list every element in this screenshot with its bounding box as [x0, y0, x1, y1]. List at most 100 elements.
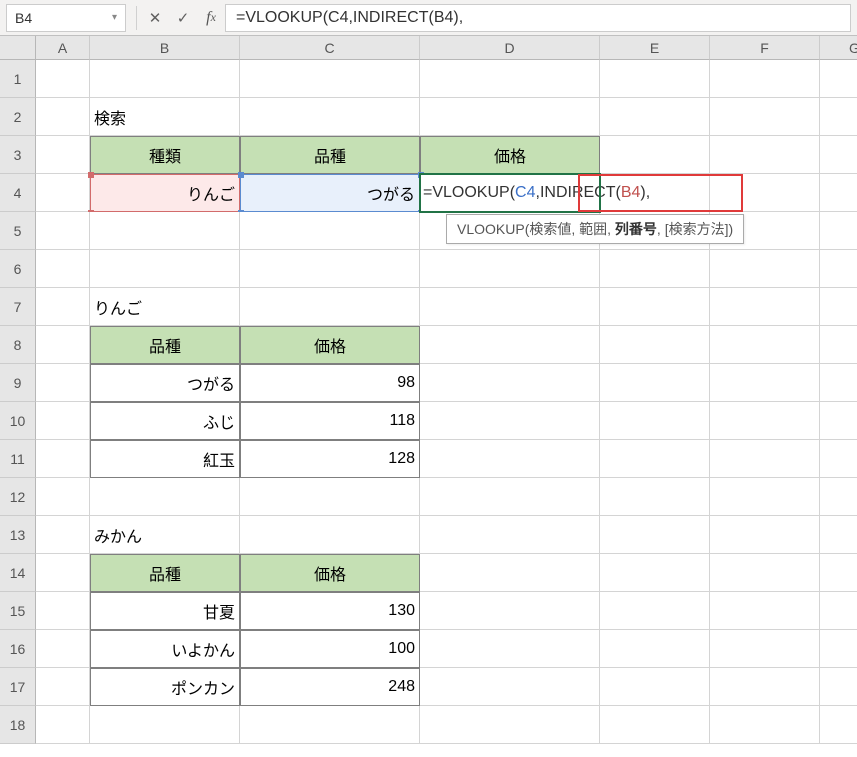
row-header-17[interactable]: 17 [0, 668, 36, 706]
cell-B14[interactable]: 品種 [90, 554, 240, 592]
cell-G8[interactable] [820, 326, 857, 364]
cell-A8[interactable] [36, 326, 90, 364]
fx-icon[interactable]: fx [197, 4, 225, 32]
cell-A3[interactable] [36, 136, 90, 174]
cell-E15[interactable] [600, 592, 710, 630]
cell-A4[interactable] [36, 174, 90, 212]
cell-A2[interactable] [36, 98, 90, 136]
cell-C14[interactable]: 価格 [240, 554, 420, 592]
cell-B16[interactable]: いよかん [90, 630, 240, 668]
cell-F4[interactable] [710, 174, 820, 212]
cell-E7[interactable] [600, 288, 710, 326]
row-header-15[interactable]: 15 [0, 592, 36, 630]
cell-F6[interactable] [710, 250, 820, 288]
row-header-10[interactable]: 10 [0, 402, 36, 440]
row-header-8[interactable]: 8 [0, 326, 36, 364]
cell-E1[interactable] [600, 60, 710, 98]
row-header-13[interactable]: 13 [0, 516, 36, 554]
cell-C10[interactable]: 118 [240, 402, 420, 440]
column-header-F[interactable]: F [710, 36, 820, 60]
cell-D10[interactable] [420, 402, 600, 440]
cell-C1[interactable] [240, 60, 420, 98]
cell-F15[interactable] [710, 592, 820, 630]
cell-G18[interactable] [820, 706, 857, 744]
row-header-18[interactable]: 18 [0, 706, 36, 744]
select-all-corner[interactable] [0, 36, 36, 60]
cell-D15[interactable] [420, 592, 600, 630]
cell-B4[interactable]: りんご [90, 174, 240, 212]
cell-C15[interactable]: 130 [240, 592, 420, 630]
row-header-6[interactable]: 6 [0, 250, 36, 288]
cell-G4[interactable] [820, 174, 857, 212]
cell-B5[interactable] [90, 212, 240, 250]
cell-E9[interactable] [600, 364, 710, 402]
cell-G12[interactable] [820, 478, 857, 516]
row-header-11[interactable]: 11 [0, 440, 36, 478]
cell-B17[interactable]: ポンカン [90, 668, 240, 706]
row-header-12[interactable]: 12 [0, 478, 36, 516]
cell-C16[interactable]: 100 [240, 630, 420, 668]
cell-D18[interactable] [420, 706, 600, 744]
cell-B2[interactable]: 検索 [90, 98, 240, 136]
cell-B12[interactable] [90, 478, 240, 516]
cell-C2[interactable] [240, 98, 420, 136]
cell-A15[interactable] [36, 592, 90, 630]
cell-F3[interactable] [710, 136, 820, 174]
cell-B7[interactable]: りんご [90, 288, 240, 326]
cell-D16[interactable] [420, 630, 600, 668]
row-header-1[interactable]: 1 [0, 60, 36, 98]
cell-B3[interactable]: 種類 [90, 136, 240, 174]
cell-D2[interactable] [420, 98, 600, 136]
accept-formula-button[interactable]: ✓ [169, 4, 197, 32]
cell-C12[interactable] [240, 478, 420, 516]
cell-A9[interactable] [36, 364, 90, 402]
cell-C18[interactable] [240, 706, 420, 744]
cell-G16[interactable] [820, 630, 857, 668]
cell-B1[interactable] [90, 60, 240, 98]
cell-G3[interactable] [820, 136, 857, 174]
cancel-formula-button[interactable]: ✕ [141, 4, 169, 32]
cell-B11[interactable]: 紅玉 [90, 440, 240, 478]
cell-F14[interactable] [710, 554, 820, 592]
cell-C13[interactable] [240, 516, 420, 554]
cell-F11[interactable] [710, 440, 820, 478]
row-header-2[interactable]: 2 [0, 98, 36, 136]
cell-C6[interactable] [240, 250, 420, 288]
cell-G13[interactable] [820, 516, 857, 554]
row-header-4[interactable]: 4 [0, 174, 36, 212]
cell-C9[interactable]: 98 [240, 364, 420, 402]
column-header-A[interactable]: A [36, 36, 90, 60]
cell-E13[interactable] [600, 516, 710, 554]
row-header-9[interactable]: 9 [0, 364, 36, 402]
cell-A11[interactable] [36, 440, 90, 478]
cell-F17[interactable] [710, 668, 820, 706]
cell-B10[interactable]: ふじ [90, 402, 240, 440]
column-header-D[interactable]: D [420, 36, 600, 60]
cell-A1[interactable] [36, 60, 90, 98]
cell-B13[interactable]: みかん [90, 516, 240, 554]
cell-G2[interactable] [820, 98, 857, 136]
cell-E18[interactable] [600, 706, 710, 744]
cell-E14[interactable] [600, 554, 710, 592]
row-header-3[interactable]: 3 [0, 136, 36, 174]
cell-A16[interactable] [36, 630, 90, 668]
cell-G14[interactable] [820, 554, 857, 592]
cell-A7[interactable] [36, 288, 90, 326]
cell-F12[interactable] [710, 478, 820, 516]
cell-F10[interactable] [710, 402, 820, 440]
cell-G5[interactable] [820, 212, 857, 250]
row-header-7[interactable]: 7 [0, 288, 36, 326]
cell-D6[interactable] [420, 250, 600, 288]
cell-E17[interactable] [600, 668, 710, 706]
cell-F7[interactable] [710, 288, 820, 326]
cell-C8[interactable]: 価格 [240, 326, 420, 364]
cell-C5[interactable] [240, 212, 420, 250]
cell-A12[interactable] [36, 478, 90, 516]
cell-D4[interactable]: =VLOOKUP(C4,INDIRECT(B4), [420, 174, 600, 212]
column-header-B[interactable]: B [90, 36, 240, 60]
column-header-C[interactable]: C [240, 36, 420, 60]
cell-G15[interactable] [820, 592, 857, 630]
cell-C4[interactable]: つがる [240, 174, 420, 212]
cell-A14[interactable] [36, 554, 90, 592]
cell-E10[interactable] [600, 402, 710, 440]
